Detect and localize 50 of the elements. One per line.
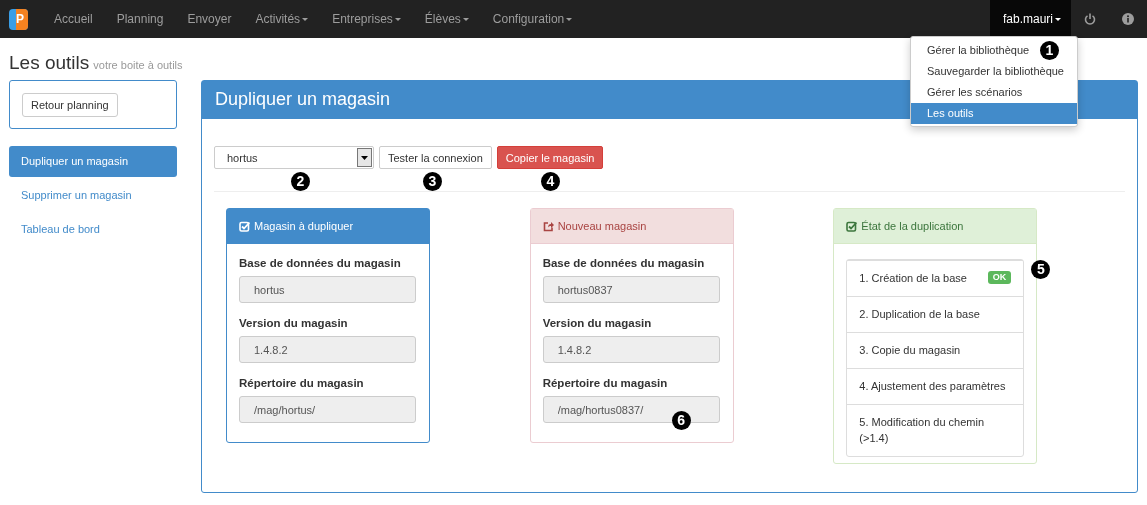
nav-link[interactable]: Envoyer	[175, 0, 244, 38]
back-button[interactable]: Retour planning	[22, 92, 118, 117]
card-title: Nouveau magasin	[557, 220, 647, 232]
caret-icon	[1055, 18, 1061, 22]
callout-number: 2	[291, 172, 310, 191]
step-label: 5. Modification du chemin (>1.4)	[859, 415, 986, 446]
step-label: 1. Création de la base	[859, 271, 967, 286]
page-subtitle: votre boite à outils	[93, 59, 183, 71]
nav-link[interactable]: Planning	[104, 0, 176, 38]
power-icon[interactable]	[1084, 13, 1096, 25]
status-badge: OK	[987, 271, 1012, 284]
card-title: État de la duplication	[861, 220, 964, 232]
text-field[interactable]: hortus	[239, 276, 416, 303]
field-label: Répertoire du magasin	[239, 377, 365, 389]
field-label: Version du magasin	[239, 317, 349, 329]
sidebar-item[interactable]: Dupliquer un magasin	[9, 146, 177, 177]
card-title: Magasin à dupliquer	[254, 220, 354, 232]
page-title: Les outils	[9, 51, 90, 75]
share-icon	[542, 220, 554, 232]
field-label: Base de données du magasin	[239, 257, 402, 269]
sidebar-item[interactable]: Supprimer un magasin	[9, 180, 177, 211]
field-label: Version du magasin	[542, 317, 653, 329]
step-label: 3. Copie du magasin	[859, 343, 961, 358]
nav-link[interactable]: Accueil	[42, 0, 105, 38]
field-label: Répertoire du magasin	[542, 377, 669, 389]
field-label: Base de données du magasin	[542, 257, 706, 269]
menu-item[interactable]: Gérer la bibliothèque 1	[911, 40, 1077, 61]
callout-number: 5	[1031, 260, 1051, 279]
menu-item[interactable]: Les outils	[911, 103, 1077, 124]
nav-link[interactable]: Configuration	[480, 0, 585, 38]
nav-link[interactable]: Entreprises	[320, 0, 413, 38]
step-label: 4. Ajustement des paramètres	[859, 379, 1006, 394]
text-field[interactable]: /mag/hortus/	[239, 396, 416, 423]
menu-item[interactable]: Gérer les scénarios	[911, 82, 1077, 103]
text-field[interactable]: 1.4.8.2	[542, 336, 720, 363]
checkbox-icon	[846, 220, 858, 232]
text-field[interactable]: hortus0837	[542, 276, 720, 303]
sidebar-item[interactable]: Tableau de bord	[9, 214, 177, 245]
user-menu[interactable]: fab.mauri	[989, 0, 1071, 38]
callout-number: 1	[1040, 41, 1059, 60]
callout-number: 3	[423, 172, 442, 191]
checkbox-icon	[239, 220, 250, 232]
step-label: 2. Duplication de la base	[859, 307, 980, 322]
caret-icon	[361, 155, 368, 160]
menu-item[interactable]: Sauvegarder la bibliothèque	[911, 61, 1077, 82]
callout-number: 4	[540, 172, 560, 191]
info-icon[interactable]	[1122, 13, 1134, 25]
nav-link[interactable]: Élèves	[412, 0, 481, 38]
nav-link[interactable]: Activités	[243, 0, 321, 38]
text-field[interactable]: 1.4.8.2	[239, 336, 416, 363]
